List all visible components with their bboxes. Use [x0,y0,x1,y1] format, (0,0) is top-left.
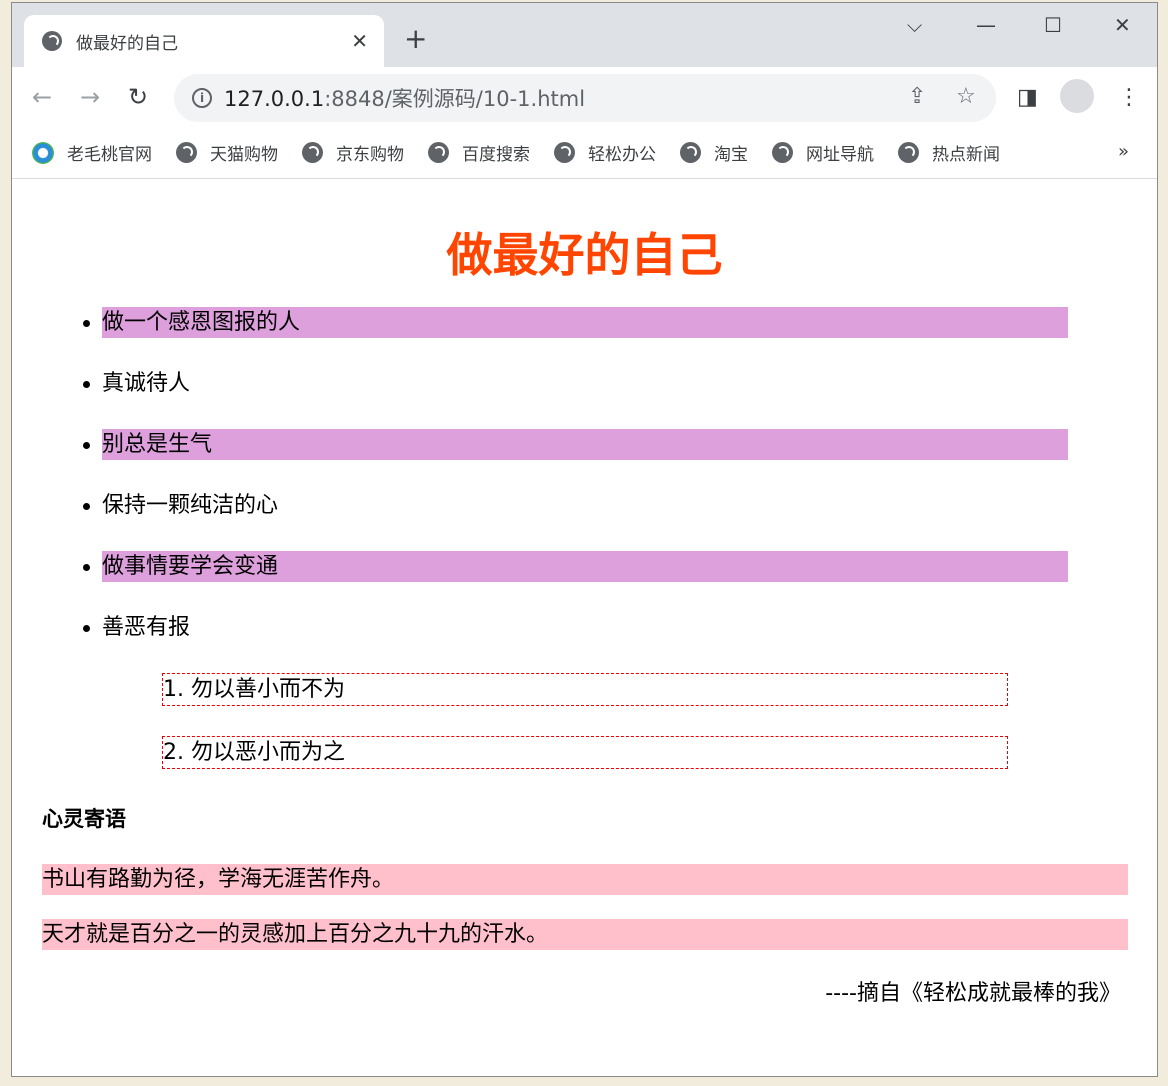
page-content: 做最好的自己 做一个感恩图报的人 真诚待人 别总是生气 保持一颗纯洁的心 做事情… [12,179,1157,1076]
bookmark-label: 轻松办公 [588,145,656,165]
section-heading: 心灵寄语 [42,807,126,831]
url-host: 127.0.0.1 [224,87,325,111]
close-tab-icon[interactable]: ✕ [351,29,368,53]
bookmark-item[interactable]: 网址导航 [772,140,874,165]
bookmark-item[interactable]: 京东购物 [302,140,404,165]
page-title: 做最好的自己 [446,228,723,282]
bookmark-label: 天猫购物 [210,145,278,165]
more-bookmarks-icon[interactable]: » [1118,141,1129,162]
bookmark-item[interactable]: 淘宝 [680,140,748,165]
bookmark-label: 百度搜索 [462,145,530,165]
sub-list-item: 1. 勿以善小而不为 [162,673,1008,706]
globe-icon [302,142,323,163]
bookmark-label: 老毛桃官网 [67,145,152,165]
bookmark-item[interactable]: 热点新闻 [898,140,1000,165]
browser-window: 做最好的自己 ✕ + ⌵ — ☐ ✕ ← → ↻ i 127.0.0.1:884… [11,2,1158,1077]
bookmark-item[interactable]: 天猫购物 [176,140,278,165]
globe-icon [554,142,575,163]
back-button[interactable]: ← [32,83,52,111]
reload-button[interactable]: ↻ [128,83,148,111]
star-icon[interactable]: ☆ [956,84,976,109]
bookmark-item[interactable]: 老毛桃官网 [32,140,152,165]
sub-list-item: 2. 勿以恶小而为之 [162,736,1008,769]
bookmark-item[interactable]: 轻松办公 [554,140,656,165]
profile-avatar[interactable] [1060,79,1094,113]
tab-active[interactable]: 做最好的自己 ✕ [24,15,384,67]
quote-source: ----摘自《轻松成就最棒的我》 [825,981,1121,1006]
maximize-button[interactable]: ☐ [1044,13,1062,37]
list-item: 做一个感恩图报的人 [83,307,1068,338]
share-icon[interactable]: ⇪ [908,84,926,109]
list-item: 做事情要学会变通 [83,551,1068,582]
close-window-button[interactable]: ✕ [1114,13,1131,37]
globe-icon [42,31,62,51]
new-tab-button[interactable]: + [404,25,427,53]
info-icon[interactable]: i [192,88,212,108]
list-item: 别总是生气 [83,429,1068,460]
bookmark-label: 淘宝 [714,145,748,165]
url-text[interactable]: 127.0.0.1:8848/案例源码/10-1.html [224,83,585,113]
address-bar[interactable]: i 127.0.0.1:8848/案例源码/10-1.html ⇪ ☆ [174,74,996,122]
quote-paragraph: 书山有路勤为径，学海无涯苦作舟。 [42,864,1128,895]
globe-icon [898,142,919,163]
quote-paragraph: 天才就是百分之一的灵感加上百分之九十九的汗水。 [42,919,1128,950]
list-item: 保持一颗纯洁的心 [83,490,1068,521]
url-path: :8848/案例源码/10-1.html [324,87,586,111]
tab-search-icon[interactable]: ⌵ [907,13,922,37]
list-item: 善恶有报 [83,612,1068,643]
minimize-button[interactable]: — [976,13,996,37]
menu-icon[interactable]: ⋮ [1118,85,1140,110]
bookmarks-bar: 老毛桃官网 天猫购物 京东购物 百度搜索 轻松办公 淘宝 网址导航 热点新闻 » [12,127,1157,179]
toolbar: ← → ↻ i 127.0.0.1:8848/案例源码/10-1.html ⇪ … [12,67,1157,127]
list-item: 真诚待人 [83,368,1068,399]
globe-icon [176,142,197,163]
globe-icon [680,142,701,163]
tab-bar: 做最好的自己 ✕ + ⌵ — ☐ ✕ [12,3,1157,67]
bookmark-label: 热点新闻 [932,145,1000,165]
side-panel-icon[interactable]: ◨ [1017,85,1038,110]
globe-icon [428,142,449,163]
bookmark-item[interactable]: 百度搜索 [428,140,530,165]
bookmark-label: 网址导航 [806,145,874,165]
globe-icon [772,142,793,163]
forward-button[interactable]: → [80,83,100,111]
bookmark-label: 京东购物 [336,145,404,165]
tab-title: 做最好的自己 [76,33,178,54]
laomaotao-logo-icon [32,141,54,164]
